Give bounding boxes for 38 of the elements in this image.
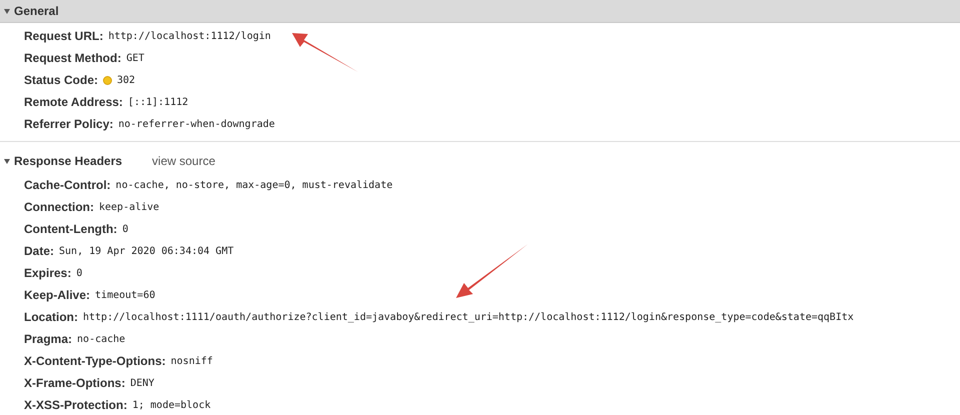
header-value: no-cache <box>77 334 126 344</box>
header-name: Request URL: <box>24 29 104 43</box>
header-value: DENY <box>130 378 154 388</box>
header-name: Cache-Control: <box>24 178 111 192</box>
header-name: Request Method: <box>24 51 122 65</box>
header-value: http://localhost:1112/login <box>108 30 271 42</box>
header-name: X-Frame-Options: <box>24 376 126 390</box>
header-value: timeout=60 <box>95 290 156 300</box>
header-name: X-XSS-Protection: <box>24 398 128 412</box>
header-name: Pragma: <box>24 332 72 346</box>
header-value: http://localhost:1111/oauth/authorize?client_id=javaboy&redirect_uri=http://localhost:1112/login&response_type=code&state=qqBItx <box>83 312 854 322</box>
status-dot-icon <box>103 76 112 84</box>
header-name: Remote Address: <box>24 95 123 109</box>
section-title: General <box>14 4 59 18</box>
header-value: 0 <box>76 268 82 278</box>
header-name: X-Content-Type-Options: <box>24 354 166 368</box>
header-name: Location: <box>24 310 78 324</box>
header-name: Connection: <box>24 200 94 214</box>
header-name: Date: <box>24 244 54 258</box>
header-value: GET <box>126 52 144 64</box>
header-name: Expires: <box>24 266 72 280</box>
disclosure-triangle-icon[interactable] <box>4 158 10 164</box>
view-source-link[interactable]: view source <box>152 154 216 168</box>
header-value: Sun, 19 Apr 2020 06:34:04 GMT <box>59 246 234 256</box>
header-value: keep-alive <box>99 202 160 212</box>
header-value: no-referrer-when-downgrade <box>118 118 275 130</box>
header-name: Referrer Policy: <box>24 117 114 131</box>
header-name: Status Code: <box>24 73 98 87</box>
header-name: Content-Length: <box>24 222 118 236</box>
header-value: 0 <box>122 224 128 234</box>
header-value: 1; mode=block <box>132 400 211 410</box>
header-name: Keep-Alive: <box>24 288 90 302</box>
header-value: 302 <box>117 74 136 86</box>
disclosure-triangle-icon[interactable] <box>4 8 10 14</box>
header-value: [::1]:1112 <box>128 96 188 108</box>
header-value: no-cache, no-store, max-age=0, must-revalidate <box>116 180 393 190</box>
section-title: Response Headers <box>14 154 122 168</box>
header-value: nosniff <box>170 356 213 366</box>
